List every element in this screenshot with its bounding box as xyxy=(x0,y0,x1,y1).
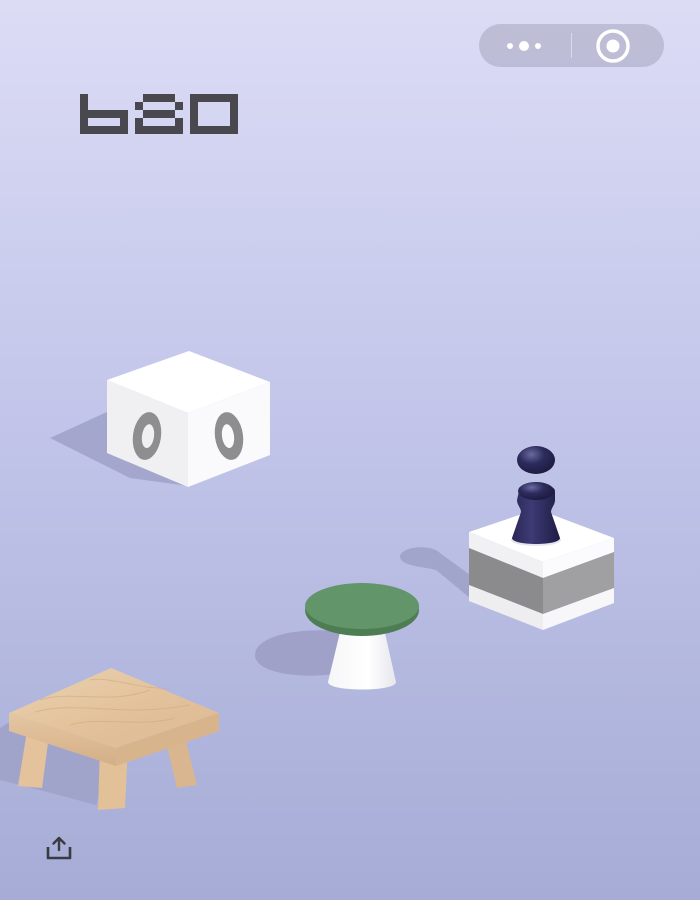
player-head xyxy=(517,446,555,474)
player-collar xyxy=(518,482,554,500)
share-upload-icon xyxy=(46,836,72,860)
dark-chess-piece-player xyxy=(511,446,561,546)
wooden-stool-platform xyxy=(0,668,219,810)
player-shadow xyxy=(400,547,470,598)
white-cube-platform xyxy=(50,351,270,487)
striped-box-platform xyxy=(400,509,614,630)
game-scene[interactable] xyxy=(0,0,700,900)
green-round-table-platform xyxy=(255,583,419,690)
share-button[interactable] xyxy=(44,834,76,864)
table-top xyxy=(305,583,419,629)
